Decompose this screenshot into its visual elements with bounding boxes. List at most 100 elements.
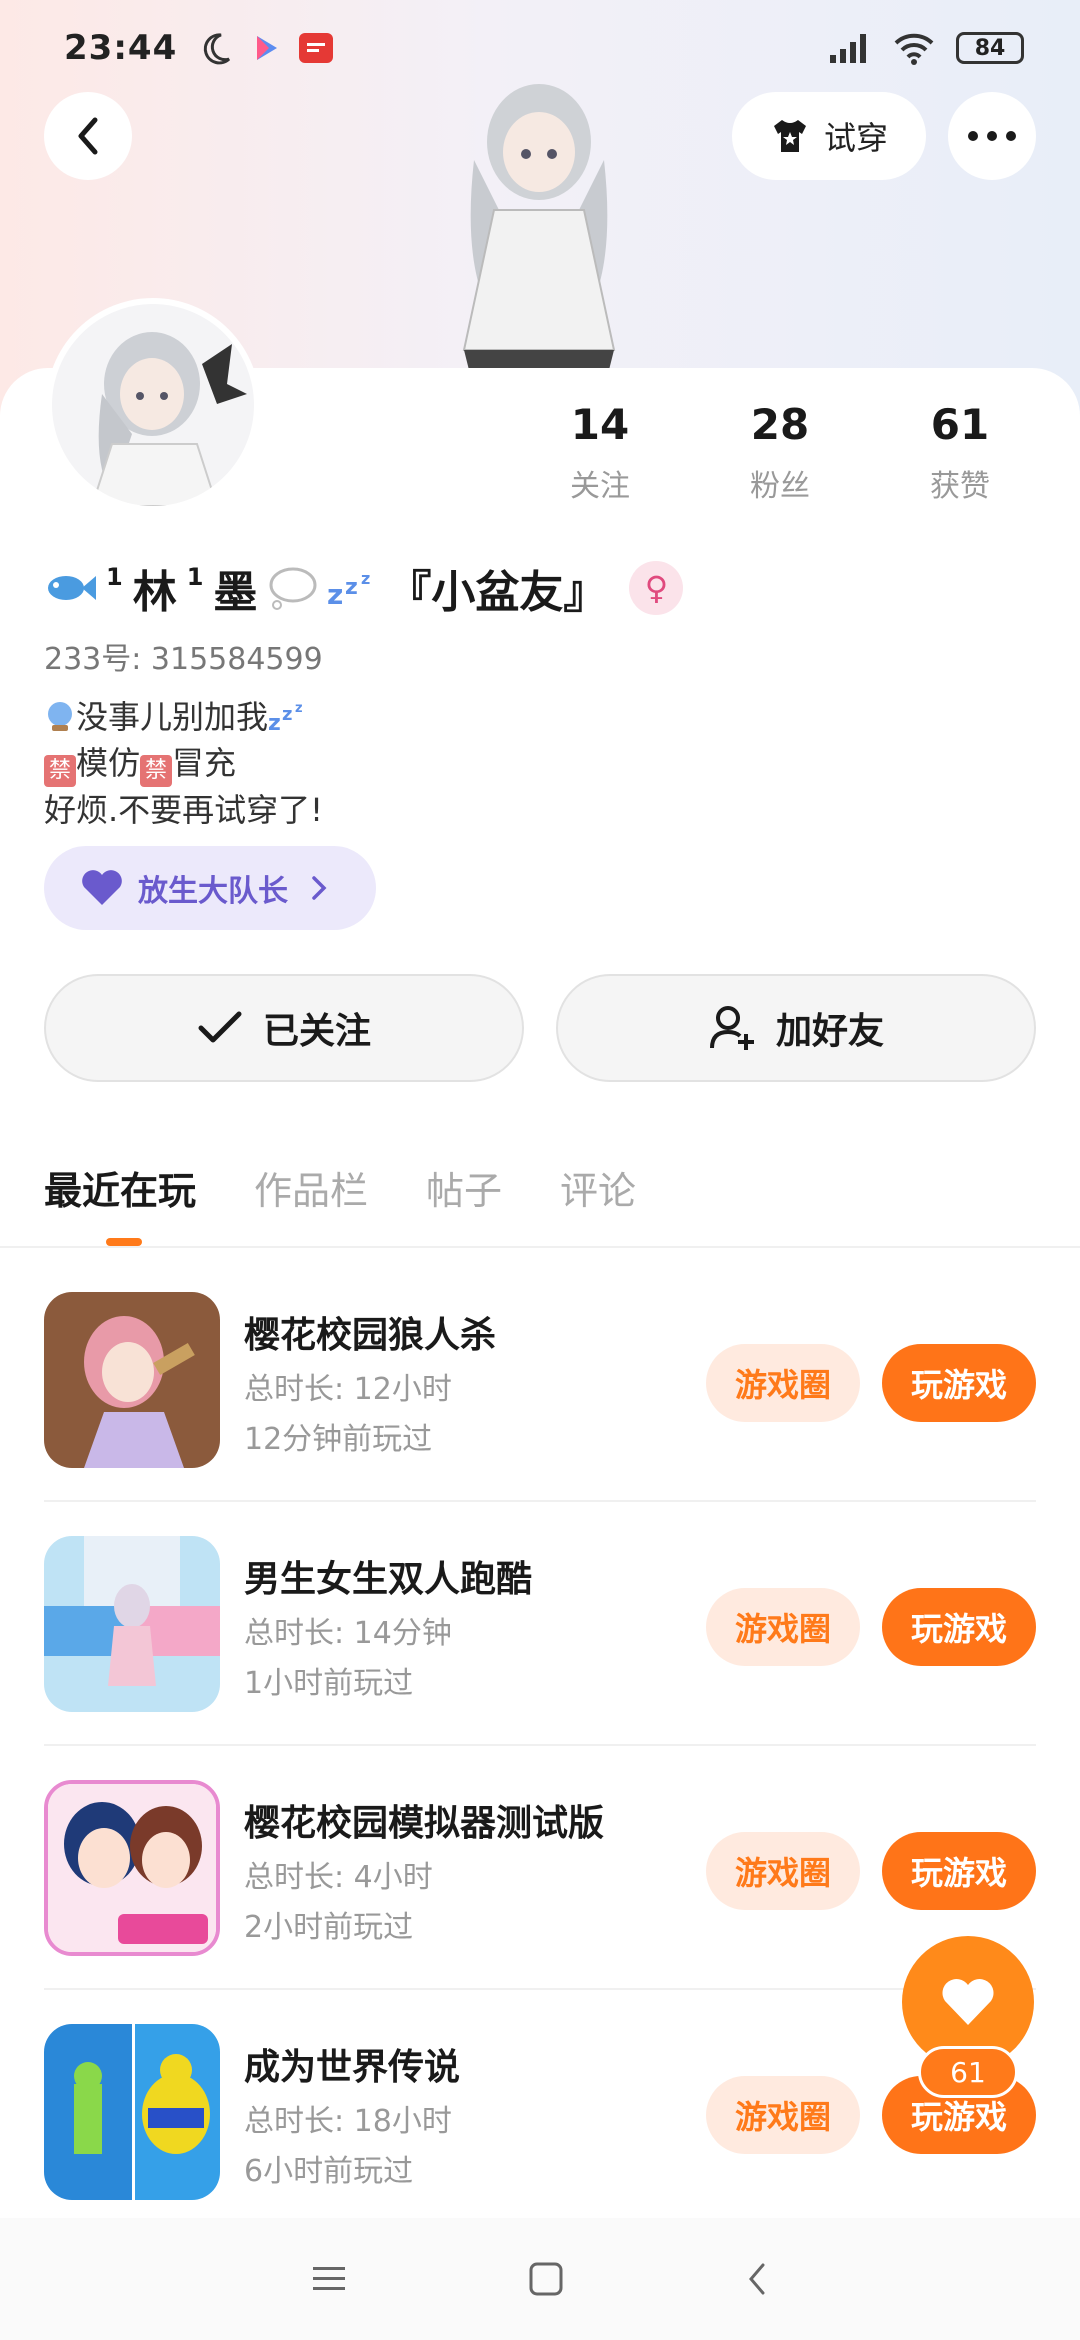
game-last-played: 1小时前玩过 [244, 1666, 414, 1701]
game-title: 成为世界传说 [244, 2047, 461, 2088]
title-badge[interactable]: 放生大队长 [44, 846, 376, 930]
stat-label: 粉丝 [750, 469, 810, 504]
game-last-played: 6小时前玩过 [244, 2154, 414, 2189]
back-nav-icon[interactable] [745, 2261, 769, 2297]
heart-icon [82, 870, 122, 905]
stat-label: 获赞 [930, 469, 990, 504]
stat-number: 61 [930, 400, 990, 449]
game-duration: 总时长: 14分钟 [244, 1616, 452, 1651]
game-circle-button[interactable]: 游戏圈 [706, 1588, 860, 1666]
name-text: 林 [132, 567, 177, 618]
more-button[interactable] [948, 92, 1036, 180]
row-divider [44, 1500, 1036, 1502]
row-divider [44, 1988, 1036, 1990]
tab-comments[interactable]: 评论 [560, 1160, 636, 1215]
battery-indicator: 84 [956, 32, 1024, 64]
game-row[interactable]: 成为世界传说 总时长: 18小时 6小时前玩过 游戏圈 玩游戏 [44, 2024, 1036, 2204]
battery-level: 84 [974, 35, 1006, 61]
sleep-zzz-icon: zzz [327, 569, 370, 608]
game-title: 樱花校园模拟器测试版 [244, 1803, 605, 1844]
thought-bubble-icon [269, 567, 317, 610]
stat-following[interactable]: 14 关注 [510, 400, 690, 505]
add-friend-label: 加好友 [775, 1011, 884, 1052]
home-icon[interactable] [528, 2261, 564, 2297]
stat-followers[interactable]: 28 粉丝 [690, 400, 870, 505]
tab-recently-played[interactable]: 最近在玩 [44, 1160, 196, 1246]
tabs-divider [0, 1246, 1080, 1248]
try-on-label: 试穿 [823, 119, 888, 157]
name-superscript: 1 [106, 563, 123, 591]
heart-icon [942, 1978, 994, 2025]
profile-tabs: 最近在玩 作品栏 帖子 评论 [44, 1160, 636, 1246]
game-last-played: 12分钟前玩过 [244, 1422, 433, 1457]
game-circle-button[interactable]: 游戏圈 [706, 1832, 860, 1910]
game-title: 男生女生双人跑酷 [244, 1559, 533, 1600]
profile-stats: 14 关注 28 粉丝 61 获赞 [510, 400, 1050, 505]
crystal-ball-icon [48, 702, 72, 731]
user-id: 233号: 315584599 [44, 642, 323, 677]
like-count: 61 [918, 2046, 1018, 2098]
signal-icon [830, 34, 866, 63]
game-circle-button[interactable]: 游戏圈 [706, 2076, 860, 2154]
game-duration: 总时长: 18小时 [244, 2104, 452, 2139]
name-text: 墨 [213, 567, 258, 618]
moon-icon [204, 33, 231, 65]
status-time: 23:44 [64, 28, 178, 68]
bio-line: 好烦.不要再试穿了! [44, 791, 324, 829]
svg-text:z: z [295, 701, 303, 716]
name-superscript: 1 [186, 563, 204, 591]
stat-likes[interactable]: 61 获赞 [870, 400, 1050, 505]
game-thumbnail [44, 1780, 220, 1956]
chevron-left-icon [78, 117, 98, 155]
game-duration: 总时长: 12小时 [244, 1372, 452, 1407]
try-on-button[interactable]: 试穿 [732, 92, 926, 180]
bio-text: 模仿 [76, 744, 141, 782]
chevron-right-icon [312, 876, 327, 900]
play-store-icon [257, 36, 278, 60]
game-row[interactable]: 樱花校园模拟器测试版 总时长: 4小时 2小时前玩过 游戏圈 玩游戏 [44, 1780, 1036, 1960]
add-friend-button[interactable]: 加好友 [556, 974, 1036, 1082]
hero-character-image [414, 70, 664, 370]
svg-text:z: z [282, 704, 292, 725]
svg-text:z: z [345, 575, 358, 600]
bio-line: 没事儿别加我 z z z [44, 694, 323, 740]
news-app-icon [299, 33, 334, 63]
game-row[interactable]: 樱花校园狼人杀 总时长: 12小时 12分钟前玩过 游戏圈 玩游戏 [44, 1292, 1036, 1472]
back-button[interactable] [44, 92, 132, 180]
game-row[interactable]: 男生女生双人跑酷 总时长: 14分钟 1小时前玩过 游戏圈 玩游戏 [44, 1536, 1036, 1716]
sleep-zzz-icon: zzz [268, 701, 303, 736]
play-game-button[interactable]: 玩游戏 [882, 1832, 1036, 1910]
game-title: 樱花校园狼人杀 [244, 1315, 497, 1356]
username: 1 林 1 墨 zzz 『小盆友』 ♀ [44, 556, 684, 620]
stat-number: 28 [750, 400, 810, 449]
shirt-icon [773, 120, 806, 152]
prohibited-tag: 禁 [140, 755, 173, 787]
game-circle-button[interactable]: 游戏圈 [706, 1344, 860, 1422]
svg-text:z: z [327, 578, 343, 608]
fish-icon [48, 576, 96, 600]
menu-icon[interactable] [311, 2264, 347, 2294]
status-right-icons: 84 [828, 31, 1024, 65]
game-thumbnail [44, 1536, 220, 1712]
prohibited-tag: 禁 [44, 755, 76, 787]
stat-label: 关注 [570, 469, 630, 504]
check-icon [198, 1011, 242, 1043]
tab-works[interactable]: 作品栏 [254, 1160, 368, 1215]
play-game-button[interactable]: 玩游戏 [882, 1344, 1036, 1422]
game-duration: 总时长: 4小时 [244, 1860, 433, 1895]
female-gender-icon: ♀ [629, 561, 684, 615]
game-last-played: 2小时前玩过 [244, 1910, 414, 1945]
badge-label: 放生大队长 [138, 874, 288, 909]
bio-line: 禁模仿禁冒充 [44, 740, 323, 787]
tab-posts[interactable]: 帖子 [426, 1160, 502, 1215]
stat-number: 14 [570, 400, 630, 449]
svg-text:z: z [361, 569, 370, 588]
followed-label: 已关注 [262, 1011, 371, 1052]
more-dots-icon [968, 131, 1016, 141]
bio-text: 冒充 [172, 744, 237, 782]
row-divider [44, 1744, 1036, 1746]
followed-button[interactable]: 已关注 [44, 974, 524, 1082]
game-thumbnail [44, 2024, 220, 2200]
avatar[interactable] [46, 298, 260, 512]
play-game-button[interactable]: 玩游戏 [882, 1588, 1036, 1666]
